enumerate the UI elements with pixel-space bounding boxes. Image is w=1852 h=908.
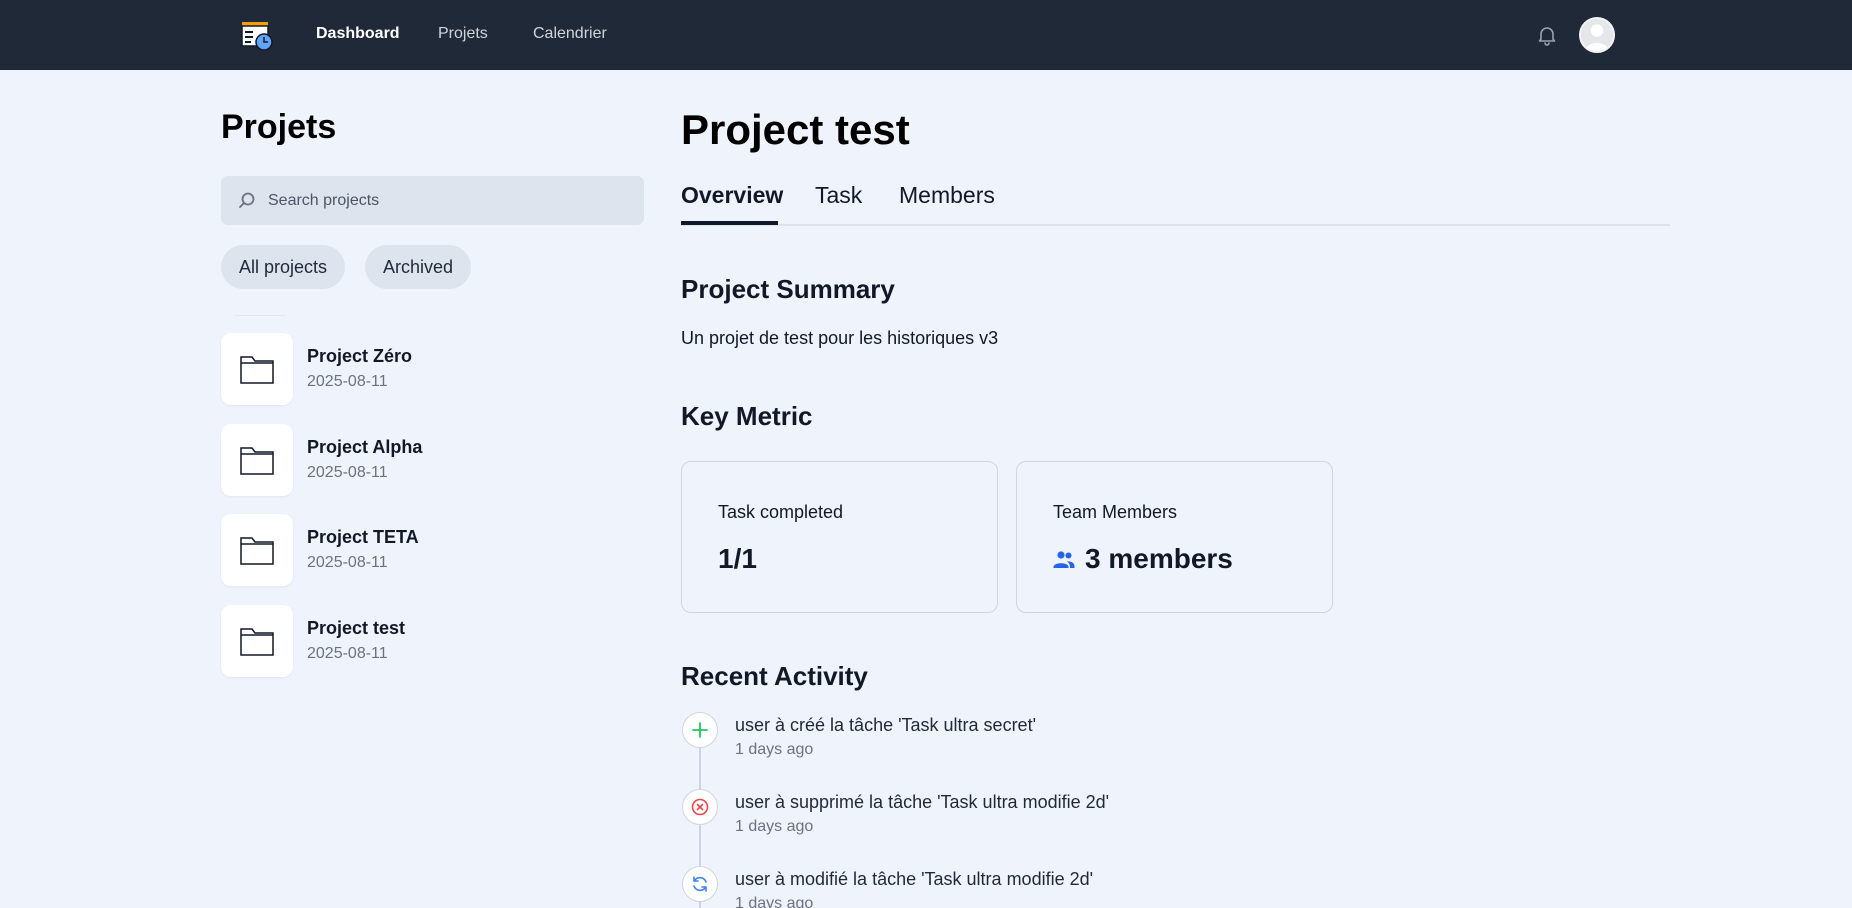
notification-bell-icon[interactable]: [1535, 23, 1559, 47]
summary-text: Un projet de test pour les historiques v…: [681, 328, 999, 348]
activity-text: user à supprimé la tâche 'Task ultra mod…: [735, 792, 1110, 812]
sidebar-title: Projets: [221, 108, 337, 146]
project-name: Project TETA: [307, 527, 419, 547]
plus-icon: [692, 722, 708, 738]
project-date: 2025-08-11: [307, 554, 388, 571]
active-tab-indicator: [681, 221, 778, 225]
folder-icon: [240, 447, 274, 475]
filter-all-projects[interactable]: All projects: [221, 245, 346, 289]
app-logo-icon[interactable]: [240, 20, 274, 51]
summary-heading: Project Summary: [681, 274, 895, 304]
project-name: Project Alpha: [307, 437, 423, 457]
activity-time: 1 days ago: [735, 818, 814, 835]
project-search-box[interactable]: [221, 176, 644, 225]
top-navbar: Dashboard Projets Calendrier: [0, 0, 1852, 70]
tab-overview[interactable]: Overview: [681, 182, 783, 209]
metric-value: 3 members: [1085, 543, 1233, 574]
list-divider: [235, 315, 285, 316]
project-date: 2025-08-11: [307, 373, 388, 390]
project-list-item[interactable]: Project Alpha 2025-08-11: [221, 424, 621, 496]
people-icon: [1053, 551, 1075, 568]
activity-heading: Recent Activity: [681, 661, 868, 691]
project-date: 2025-08-11: [307, 464, 388, 481]
folder-icon: [240, 356, 274, 384]
project-name: Project test: [307, 618, 406, 638]
user-avatar[interactable]: [1579, 17, 1615, 53]
project-list-item[interactable]: Project Zéro 2025-08-11: [221, 333, 621, 405]
project-list-item[interactable]: Project TETA 2025-08-11: [221, 514, 621, 586]
activity-deleted-badge: [682, 789, 718, 825]
activity-text: user à créé la tâche 'Task ultra secret': [735, 715, 1037, 735]
search-icon: [239, 192, 255, 208]
nav-dashboard[interactable]: Dashboard: [316, 25, 400, 43]
metric-card-members: Team Members 3 members: [1016, 461, 1333, 613]
metric-card-tasks: Task completed 1/1: [681, 461, 998, 613]
nav-calendrier[interactable]: Calendrier: [533, 25, 607, 43]
filter-archived[interactable]: Archived: [365, 245, 472, 289]
metric-value: 1/1: [718, 543, 757, 574]
project-list-item[interactable]: Project test 2025-08-11: [221, 605, 621, 677]
activity-text: user à modifié la tâche 'Task ultra modi…: [735, 869, 1094, 889]
tab-members[interactable]: Members: [899, 182, 995, 209]
metrics-heading: Key Metric: [681, 401, 813, 431]
activity-time: 1 days ago: [735, 895, 814, 908]
x-circle-icon: [691, 798, 709, 816]
activity-created-badge: [682, 712, 718, 748]
folder-icon: [240, 628, 274, 656]
metric-label: Task completed: [718, 502, 844, 522]
search-input[interactable]: [268, 176, 628, 225]
page-title: Project test: [681, 106, 910, 153]
activity-updated-badge: [682, 866, 718, 902]
project-name: Project Zéro: [307, 346, 413, 366]
nav-projets[interactable]: Projets: [438, 25, 488, 43]
tabs-divider: [681, 224, 1670, 226]
refresh-icon: [693, 876, 707, 892]
folder-icon: [240, 537, 274, 565]
activity-time: 1 days ago: [735, 741, 814, 758]
metric-label: Team Members: [1053, 502, 1178, 522]
project-date: 2025-08-11: [307, 645, 388, 662]
tab-task[interactable]: Task: [815, 182, 862, 209]
